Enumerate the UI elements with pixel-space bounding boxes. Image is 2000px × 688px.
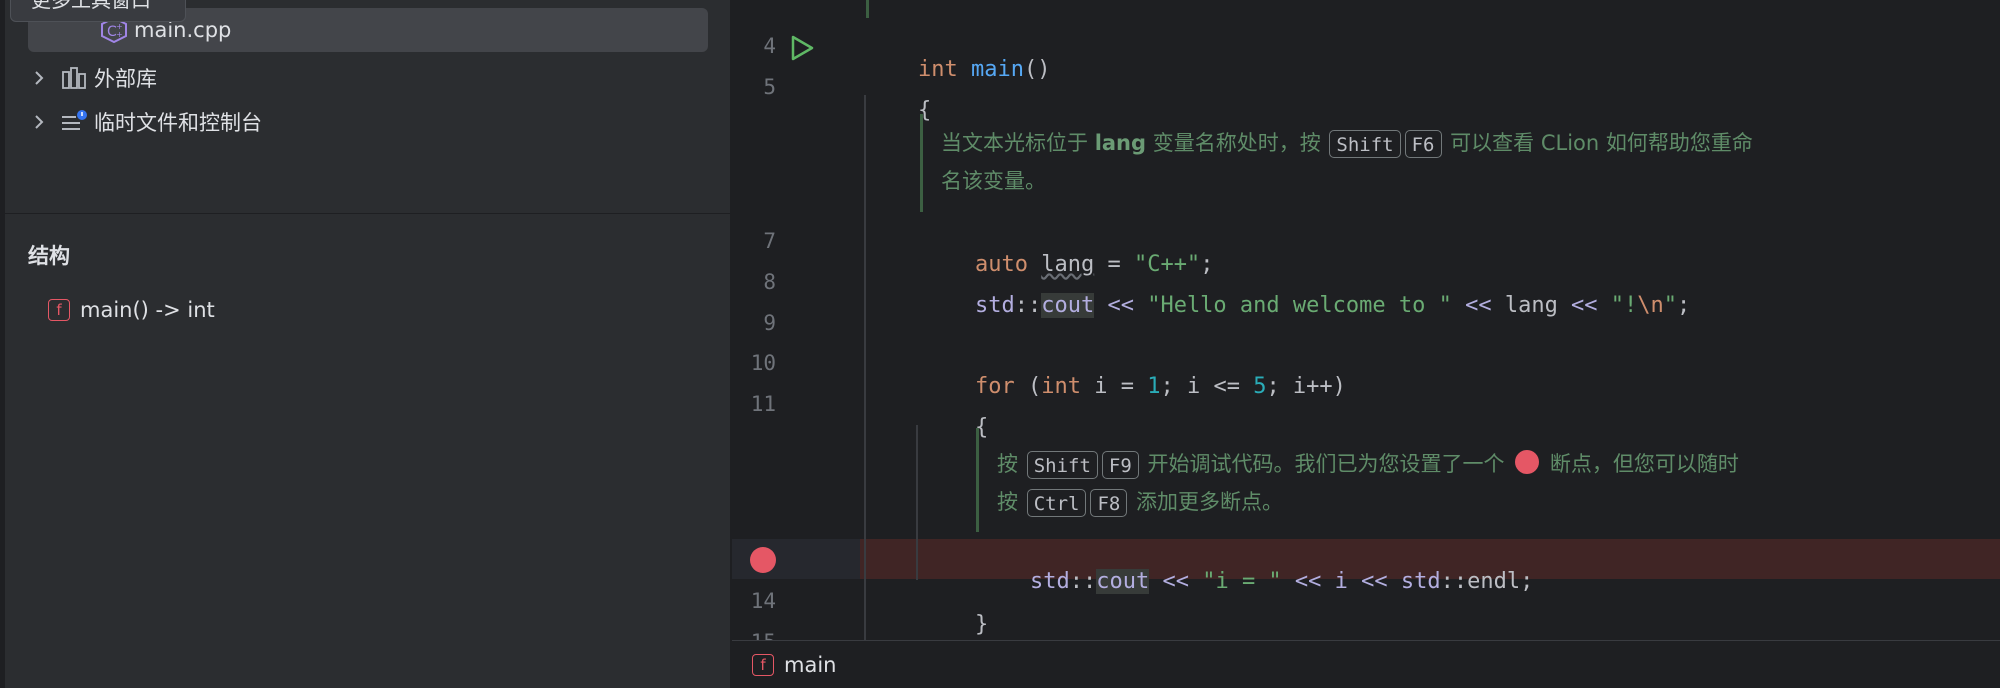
doc-bar — [976, 428, 979, 532]
token-string: "i = " — [1202, 569, 1282, 594]
key-ctrl: Ctrl — [1026, 489, 1087, 517]
token-string: " — [1663, 293, 1678, 318]
doc-text: 可以查看 CLion 如何帮助您重命 — [1443, 131, 1753, 155]
doc-text: 添加更多断点。 — [1129, 490, 1284, 514]
structure-item-main[interactable]: f main() -> int — [48, 298, 215, 322]
structure-item-label: main() -> int — [80, 298, 215, 322]
line-number: 4 — [763, 34, 776, 58]
line-number: 11 — [750, 392, 776, 416]
left-edge — [0, 0, 5, 688]
chevron-right-icon[interactable] — [28, 67, 50, 89]
token-op: << — [1451, 293, 1505, 318]
doc-comment-debug: 按 Shift F9 开始调试代码。我们已为您设置了一个 断点，但您可以随时 按 … — [997, 445, 1937, 521]
doc-bar — [920, 114, 923, 212]
doc-line-2: 名该变量。 — [941, 169, 1046, 193]
line-number: 10 — [750, 351, 776, 375]
doc-text: 按 — [997, 490, 1025, 514]
code-line-14: } — [922, 587, 988, 640]
token-identifier: cout — [1096, 569, 1150, 594]
breakpoint-icon — [1515, 450, 1540, 474]
code-editor[interactable]: 4 5 7 8 9 10 11 14 15 int main() { 当文本光标… — [732, 0, 2000, 640]
line-number: 9 — [763, 311, 776, 335]
more-tool-windows-tooltip: 更多工具窗口 — [10, 0, 186, 22]
doc-line-2: 按 Ctrl F8 添加更多断点。 — [997, 483, 1937, 521]
svg-text:+: + — [116, 30, 123, 39]
token-punct: ( — [1014, 374, 1042, 399]
tree-item-scratches[interactable]: 临时文件和控制台 — [28, 100, 262, 144]
doc-text: 按 — [997, 452, 1025, 476]
doc-line-1: 按 Shift F9 开始调试代码。我们已为您设置了一个 断点，但您可以随时 — [997, 445, 1937, 483]
function-icon: f — [48, 299, 70, 321]
tree-item-label: 临时文件和控制台 — [94, 111, 262, 135]
token-namespace: std — [1029, 569, 1070, 594]
token-punct: ; — [1677, 293, 1691, 318]
line-number: 15 — [732, 630, 776, 640]
breadcrumb-bar: f main — [732, 640, 2000, 688]
token-code: ; i++) — [1266, 374, 1346, 399]
doc-bar-top — [866, 0, 869, 18]
token-op: :: — [1069, 569, 1097, 594]
line-number: 7 — [763, 229, 776, 253]
breadcrumb-item-main[interactable]: main — [784, 653, 836, 677]
code-line-8: std::cout << "Hello and welcome to " << … — [922, 268, 1690, 343]
doc-text: 开始调试代码。我们已为您设置了一个 — [1140, 452, 1512, 476]
token-op: :: — [1014, 293, 1042, 318]
key-f6: F6 — [1404, 130, 1442, 158]
structure-title: 结构 — [28, 244, 70, 268]
panel-divider — [5, 213, 731, 214]
project-panel: C + + main.cpp 外部库 临时文件和控制台 结构 f main() … — [0, 0, 731, 688]
key-f9: F9 — [1101, 451, 1139, 479]
key-shift: Shift — [1329, 130, 1401, 158]
token-code: ; i <= — [1160, 374, 1254, 399]
function-icon: f — [752, 653, 774, 676]
token-function: main — [970, 57, 1024, 82]
tree-item-external-libs[interactable]: 外部库 — [28, 56, 157, 100]
doc-bold: lang — [1094, 131, 1147, 155]
key-shift: Shift — [1026, 451, 1098, 479]
token-code: i = — [1080, 374, 1148, 399]
tooltip-text: 更多工具窗口 — [31, 0, 151, 12]
token-op: << — [1149, 569, 1203, 594]
breakpoint-icon[interactable] — [750, 547, 776, 573]
line-number: 8 — [763, 270, 776, 294]
indent-guide — [864, 95, 866, 640]
line-number: 14 — [750, 589, 776, 613]
token-string: "Hello and welcome to " — [1147, 293, 1452, 318]
doc-text: 当文本光标位于 — [941, 131, 1095, 155]
key-f8: F8 — [1090, 489, 1128, 517]
token-op: << — [1557, 293, 1611, 318]
doc-text: 断点，但您可以随时 — [1543, 452, 1739, 476]
tree-item-label: 外部库 — [94, 67, 157, 91]
token-variable: lang — [1504, 293, 1558, 318]
token-escape: \n — [1637, 293, 1664, 318]
token-namespace: std — [1400, 569, 1441, 594]
doc-line-1: 当文本光标位于 lang 变量名称处时，按 Shift F6 可以查看 CLion… — [941, 124, 1881, 162]
token-op: << — [1094, 293, 1148, 318]
token-brace: } — [974, 612, 989, 637]
run-icon[interactable] — [788, 34, 816, 62]
doc-comment-rename: 当文本光标位于 lang 变量名称处时，按 Shift F6 可以查看 CLion… — [941, 124, 1881, 200]
token-keyword: int — [1041, 374, 1081, 399]
indent-guide — [916, 425, 918, 580]
scratches-icon — [60, 109, 88, 135]
chevron-right-icon[interactable] — [28, 111, 50, 133]
code-line-13: std::cout << "i = " << i << std::endl; — [977, 544, 1533, 619]
line-number: 5 — [763, 75, 776, 99]
token-identifier: cout — [1041, 293, 1095, 318]
token-string: "! — [1610, 293, 1638, 318]
token-number: 1 — [1147, 374, 1161, 399]
token-namespace: std — [974, 293, 1015, 318]
token-number: 5 — [1253, 374, 1267, 399]
library-icon — [60, 65, 88, 91]
token-punct: () — [1023, 57, 1051, 82]
token-op: << i << — [1281, 569, 1401, 594]
doc-text: 变量名称处时，按 — [1146, 131, 1328, 155]
token-code: ::endl; — [1440, 569, 1534, 594]
